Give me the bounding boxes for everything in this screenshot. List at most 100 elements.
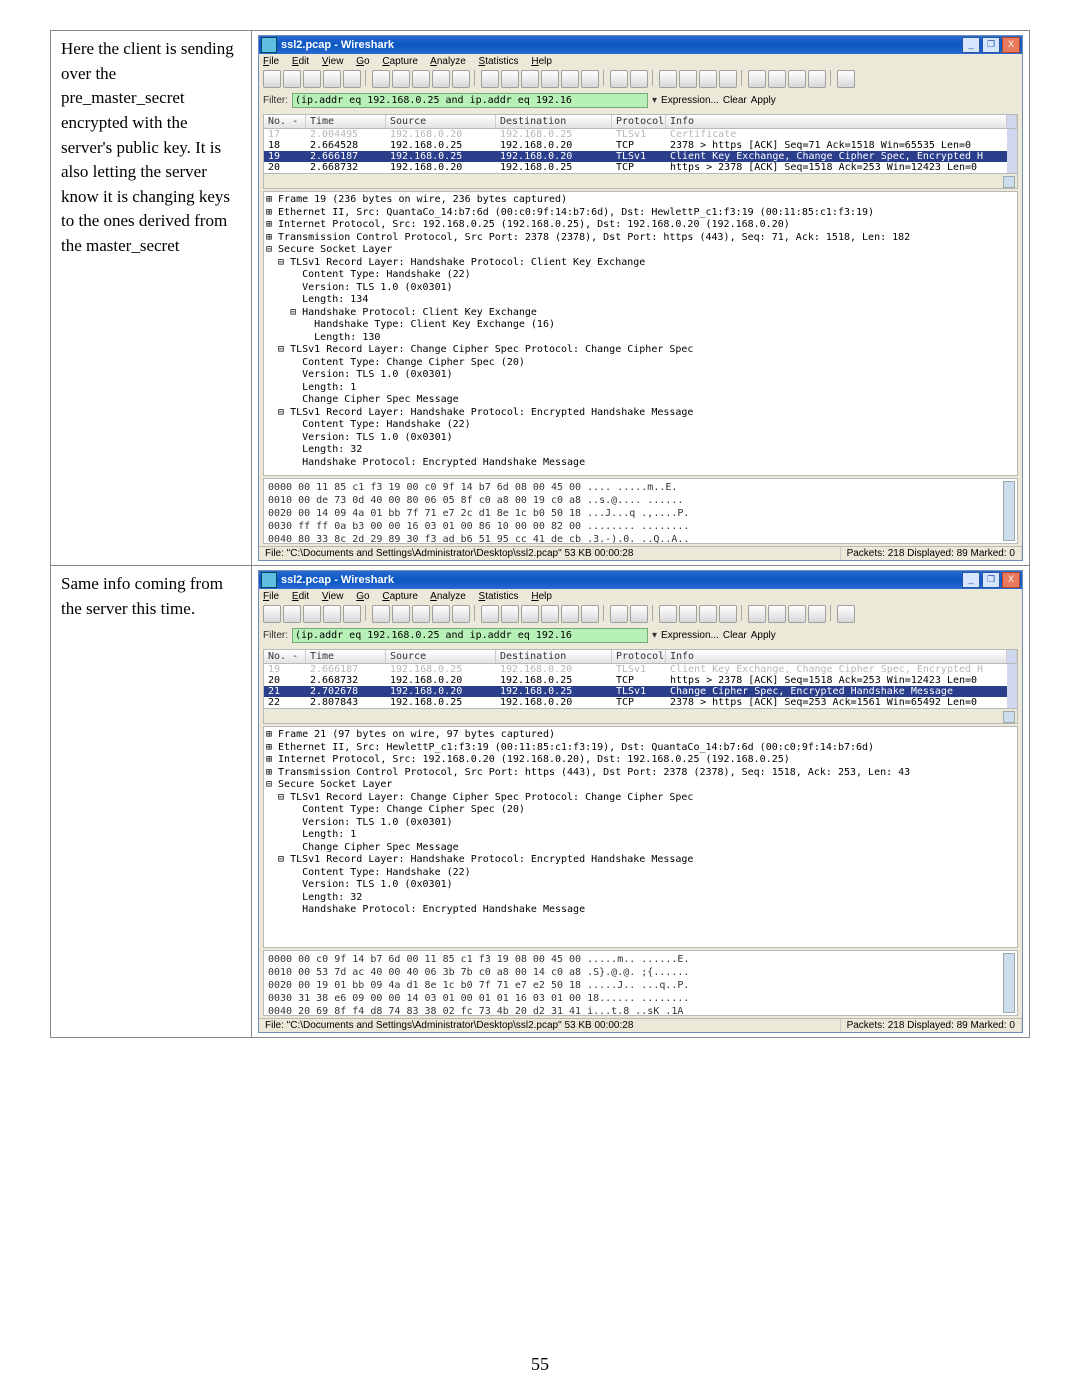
detail-line[interactable]: Length: 130: [266, 332, 1015, 345]
packet-row[interactable]: 212.702678192.168.0.20192.168.0.25TLSv1C…: [264, 686, 1017, 697]
menu-file[interactable]: File: [263, 56, 279, 67]
menu-statistics[interactable]: Statistics: [479, 56, 519, 67]
detail-line[interactable]: ⊟ TLSv1 Record Layer: Handshake Protocol…: [266, 854, 1015, 867]
menu-analyze[interactable]: Analyze: [430, 56, 466, 67]
hex-line[interactable]: 0030 ff ff 0a b3 00 00 16 03 01 00 86 10…: [268, 520, 1013, 533]
toolbar-icon[interactable]: [788, 605, 806, 623]
toolbar-icon[interactable]: [541, 605, 559, 623]
packet-row[interactable]: 222.807843192.168.0.25192.168.0.20TCP237…: [264, 697, 1017, 708]
hex-line[interactable]: 0020 00 14 09 4a 01 bb 7f 71 e7 2c d1 8e…: [268, 507, 1013, 520]
menu-bar[interactable]: File Edit View Go Capture Analyze Statis…: [259, 589, 1022, 604]
toolbar-icon[interactable]: [303, 70, 321, 88]
col-destination[interactable]: Destination: [496, 650, 612, 663]
menu-help[interactable]: Help: [531, 56, 552, 67]
packet-bytes-pane[interactable]: 0000 00 c0 9f 14 b7 6d 00 11 85 c1 f3 19…: [263, 950, 1018, 1016]
toolbar-icon[interactable]: [808, 605, 826, 623]
toolbar-icon[interactable]: [561, 605, 579, 623]
toolbar-icon[interactable]: [541, 70, 559, 88]
toolbar-icon[interactable]: [581, 605, 599, 623]
toolbar-icon[interactable]: [659, 605, 677, 623]
filter-input[interactable]: [292, 628, 648, 643]
hex-line[interactable]: 0010 00 53 7d ac 40 00 40 06 3b 7b c0 a8…: [268, 966, 1013, 979]
packet-list-header[interactable]: No. - Time Source Destination Protocol I…: [264, 115, 1017, 129]
toolbar-icon[interactable]: [263, 70, 281, 88]
toolbar-icon[interactable]: [343, 70, 361, 88]
toolbar-icon[interactable]: [679, 70, 697, 88]
menu-statistics[interactable]: Statistics: [479, 591, 519, 602]
restore-button[interactable]: ❐: [982, 572, 1000, 588]
title-bar[interactable]: ssl2.pcap - Wireshark _ ❐ X: [259, 36, 1022, 54]
toolbar-icon[interactable]: [372, 605, 390, 623]
detail-line[interactable]: ⊞ Frame 21 (97 bytes on wire, 97 bytes c…: [266, 729, 1015, 742]
menu-go[interactable]: Go: [356, 591, 369, 602]
restore-button[interactable]: ❐: [982, 37, 1000, 53]
col-time[interactable]: Time: [306, 115, 386, 128]
toolbar-icon[interactable]: [630, 70, 648, 88]
detail-line[interactable]: Version: TLS 1.0 (0x0301): [266, 879, 1015, 892]
col-source[interactable]: Source: [386, 650, 496, 663]
toolbar-icon[interactable]: [837, 70, 855, 88]
packet-row[interactable]: 192.666187192.168.0.25192.168.0.20TLSv1C…: [264, 151, 1017, 162]
menu-capture[interactable]: Capture: [382, 56, 418, 67]
toolbar-icon[interactable]: [561, 70, 579, 88]
detail-line[interactable]: Content Type: Change Cipher Spec (20): [266, 804, 1015, 817]
filter-clear-link[interactable]: Clear: [723, 630, 747, 641]
detail-line[interactable]: ⊟ TLSv1 Record Layer: Change Cipher Spec…: [266, 792, 1015, 805]
col-protocol[interactable]: Protocol: [612, 650, 666, 663]
menu-edit[interactable]: Edit: [292, 591, 309, 602]
detail-line[interactable]: ⊟ TLSv1 Record Layer: Change Cipher Spec…: [266, 344, 1015, 357]
toolbar-icon[interactable]: [412, 605, 430, 623]
detail-line[interactable]: Content Type: Handshake (22): [266, 419, 1015, 432]
detail-line[interactable]: Change Cipher Spec Message: [266, 394, 1015, 407]
detail-line[interactable]: Content Type: Handshake (22): [266, 867, 1015, 880]
toolbar-icon[interactable]: [343, 605, 361, 623]
detail-line[interactable]: Version: TLS 1.0 (0x0301): [266, 817, 1015, 830]
hex-line[interactable]: 0010 00 de 73 0d 40 00 80 06 05 8f c0 a8…: [268, 494, 1013, 507]
toolbar-icon[interactable]: [768, 605, 786, 623]
filter-expression-link[interactable]: Expression...: [661, 630, 719, 641]
toolbar-icon[interactable]: [432, 70, 450, 88]
detail-line[interactable]: Length: 32: [266, 444, 1015, 457]
col-destination[interactable]: Destination: [496, 115, 612, 128]
detail-line[interactable]: ⊞ Internet Protocol, Src: 192.168.0.20 (…: [266, 754, 1015, 767]
detail-line[interactable]: ⊟ TLSv1 Record Layer: Handshake Protocol…: [266, 407, 1015, 420]
toolbar-icon[interactable]: [372, 70, 390, 88]
menu-analyze[interactable]: Analyze: [430, 591, 466, 602]
filter-apply-link[interactable]: Apply: [751, 95, 776, 106]
toolbar-icon[interactable]: [808, 70, 826, 88]
col-protocol[interactable]: Protocol: [612, 115, 666, 128]
detail-line[interactable]: ⊞ Internet Protocol, Src: 192.168.0.25 (…: [266, 219, 1015, 232]
toolbar-icon[interactable]: [610, 70, 628, 88]
toolbar-icon[interactable]: [610, 605, 628, 623]
toolbar-icon[interactable]: [501, 605, 519, 623]
menu-edit[interactable]: Edit: [292, 56, 309, 67]
menu-capture[interactable]: Capture: [382, 591, 418, 602]
menu-go[interactable]: Go: [356, 56, 369, 67]
detail-line[interactable]: ⊟ Secure Socket Layer: [266, 244, 1015, 257]
hex-line[interactable]: 0000 00 c0 9f 14 b7 6d 00 11 85 c1 f3 19…: [268, 953, 1013, 966]
menu-view[interactable]: View: [322, 591, 344, 602]
toolbar-icon[interactable]: [699, 70, 717, 88]
col-source[interactable]: Source: [386, 115, 496, 128]
hex-line[interactable]: 0040 20 69 8f f4 d8 74 83 38 02 fc 73 4b…: [268, 1005, 1013, 1016]
packet-bytes-pane[interactable]: 0000 00 11 85 c1 f3 19 00 c0 9f 14 b7 6d…: [263, 478, 1018, 544]
toolbar-icon[interactable]: [719, 605, 737, 623]
toolbar-icon[interactable]: [323, 605, 341, 623]
col-time[interactable]: Time: [306, 650, 386, 663]
toolbar-icon[interactable]: [452, 70, 470, 88]
detail-line[interactable]: Handshake Protocol: Encrypted Handshake …: [266, 904, 1015, 917]
packet-row[interactable]: 202.668732192.168.0.20192.168.0.25TCPhtt…: [264, 675, 1017, 686]
toolbar-icon[interactable]: [719, 70, 737, 88]
detail-line[interactable]: Handshake Protocol: Encrypted Handshake …: [266, 457, 1015, 470]
toolbar-icon[interactable]: [768, 70, 786, 88]
packet-row[interactable]: 182.664528192.168.0.25192.168.0.20TCP237…: [264, 140, 1017, 151]
h-scrollbar[interactable]: [264, 708, 1017, 723]
hex-line[interactable]: 0000 00 11 85 c1 f3 19 00 c0 9f 14 b7 6d…: [268, 481, 1013, 494]
filter-apply-link[interactable]: Apply: [751, 630, 776, 641]
packet-list-pane[interactable]: No. - Time Source Destination Protocol I…: [263, 649, 1018, 724]
hex-line[interactable]: 0030 31 38 e6 09 00 00 14 03 01 00 01 01…: [268, 992, 1013, 1005]
detail-line[interactable]: ⊞ Ethernet II, Src: HewlettP_c1:f3:19 (0…: [266, 742, 1015, 755]
filter-input[interactable]: [292, 93, 648, 108]
toolbar-icon[interactable]: [630, 605, 648, 623]
detail-line[interactable]: Length: 32: [266, 892, 1015, 905]
